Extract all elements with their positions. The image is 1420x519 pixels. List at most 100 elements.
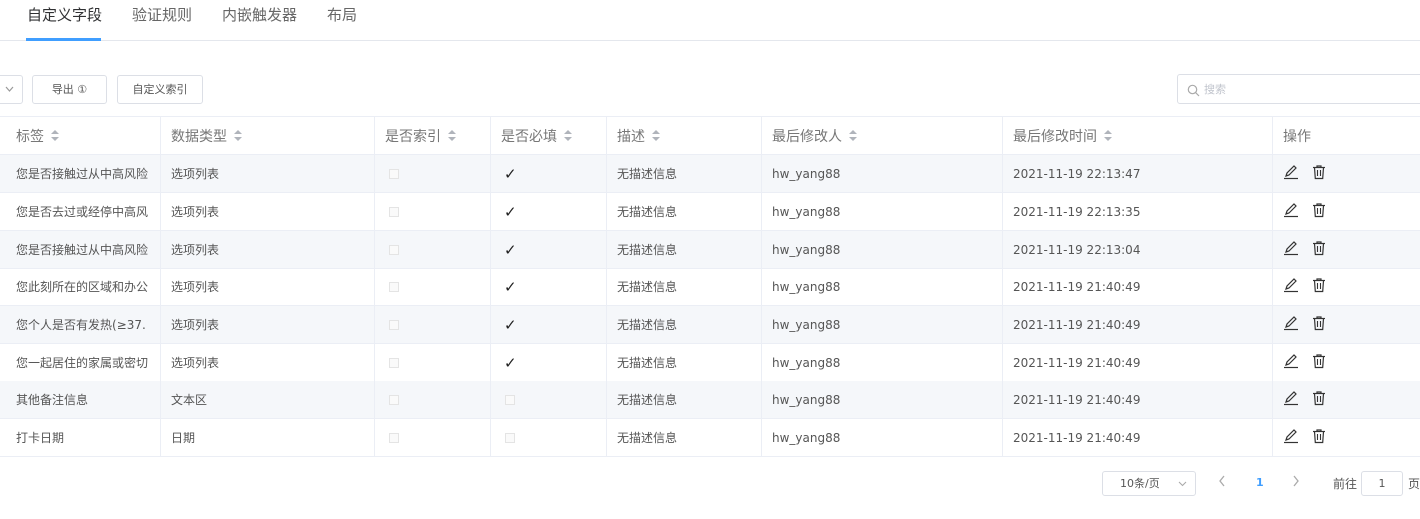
- cell-modifier-text: hw_yang88: [772, 166, 841, 181]
- cell-indexed: [375, 344, 491, 381]
- indexed-checkbox: [389, 244, 399, 255]
- cell-type-text: 选项列表: [171, 318, 220, 332]
- sort-icon[interactable]: [652, 129, 660, 142]
- trash-icon[interactable]: [1311, 428, 1339, 447]
- column-header-modified-time[interactable]: 最后修改时间: [1003, 117, 1273, 154]
- indexed-checkbox: [389, 206, 399, 217]
- cell-modifier-text: hw_yang88: [772, 242, 841, 257]
- cell-type-text: 选项列表: [171, 280, 220, 294]
- column-header-modifier[interactable]: 最后修改人: [762, 117, 1003, 154]
- cell-type-text: 文本区: [171, 393, 208, 407]
- cell-indexed: [375, 155, 491, 192]
- cell-label: 您此刻所在的区域和办公: [6, 268, 161, 305]
- chevron-down-icon: [1178, 472, 1187, 503]
- cell-modifier: hw_yang88: [762, 306, 1003, 343]
- edit-icon[interactable]: [1283, 202, 1311, 221]
- goto-page-input[interactable]: [1361, 471, 1403, 496]
- cell-label: 您是否接触过从中高风险: [6, 155, 161, 192]
- cell-description-text: 无描述信息: [617, 280, 678, 294]
- edit-icon[interactable]: [1283, 353, 1311, 372]
- chevron-right-icon[interactable]: [1292, 474, 1300, 492]
- export-button[interactable]: 导出 ①: [32, 75, 107, 104]
- cell-required: [491, 419, 607, 456]
- sort-icon[interactable]: [849, 129, 857, 142]
- cell-modified-time-text: 2021-11-19 21:40:49: [1013, 392, 1141, 407]
- table-row: 您一起居住的家属或密切 选项列表 ✓ 无描述信息 hw_yang88 2021-11-19…: [0, 344, 1420, 382]
- cell-description-text: 无描述信息: [617, 205, 678, 219]
- indexed-checkbox: [389, 319, 399, 330]
- cell-modified-time: 2021-11-19 22:13:35: [1003, 193, 1273, 230]
- tab-embedded-triggers[interactable]: 内嵌触发器: [222, 5, 297, 41]
- sort-icon[interactable]: [234, 129, 242, 142]
- sort-icon[interactable]: [51, 129, 59, 142]
- chevron-left-icon[interactable]: [1218, 474, 1226, 492]
- cell-modifier-text: hw_yang88: [772, 392, 841, 407]
- trash-icon[interactable]: [1311, 240, 1339, 259]
- cell-actions: [1273, 344, 1420, 381]
- trash-icon[interactable]: [1311, 277, 1339, 296]
- cell-type-text: 选项列表: [171, 205, 220, 219]
- cell-modified-time-text: 2021-11-19 22:13:47: [1013, 166, 1141, 181]
- sort-icon[interactable]: [1104, 129, 1112, 142]
- search-box: [1177, 74, 1420, 104]
- tab-layout[interactable]: 布局: [327, 5, 357, 41]
- sort-icon[interactable]: [448, 129, 456, 142]
- checkmark-icon: ✓: [504, 240, 517, 259]
- edit-icon[interactable]: [1283, 164, 1311, 183]
- dropdown-button[interactable]: [0, 75, 23, 104]
- cell-modified-time-text: 2021-11-19 22:13:04: [1013, 242, 1141, 257]
- trash-icon[interactable]: [1311, 390, 1339, 409]
- cell-modifier: hw_yang88: [762, 193, 1003, 230]
- edit-icon[interactable]: [1283, 390, 1311, 409]
- cell-description-text: 无描述信息: [617, 431, 678, 445]
- indexed-checkbox: [389, 432, 399, 443]
- sort-icon[interactable]: [564, 129, 572, 142]
- cell-label: 您是否去过或经停中高风: [6, 193, 161, 230]
- trash-icon[interactable]: [1311, 315, 1339, 334]
- edit-icon[interactable]: [1283, 315, 1311, 334]
- search-input[interactable]: [1204, 81, 1404, 98]
- cell-type: 选项列表: [161, 193, 375, 230]
- cell-modifier: hw_yang88: [762, 268, 1003, 305]
- cell-type-text: 选项列表: [171, 167, 220, 181]
- tab-validation-rules[interactable]: 验证规则: [132, 5, 192, 41]
- active-tab-indicator: [26, 38, 101, 41]
- page-number-current[interactable]: 1: [1256, 476, 1264, 489]
- edit-icon[interactable]: [1283, 428, 1311, 447]
- cell-modified-time: 2021-11-19 21:40:49: [1003, 306, 1273, 343]
- cell-label: 您一起居住的家属或密切: [6, 344, 161, 381]
- cell-modified-time: 2021-11-19 21:40:49: [1003, 419, 1273, 456]
- column-header-required[interactable]: 是否必填: [491, 117, 607, 154]
- cell-modified-time: 2021-11-19 21:40:49: [1003, 381, 1273, 418]
- page-size-select[interactable]: 10条/页: [1102, 471, 1196, 496]
- indexed-checkbox: [389, 357, 399, 368]
- column-header-description[interactable]: 描述: [607, 117, 762, 154]
- table-row: 打卡日期 日期 无描述信息 hw_yang88 2021-11-19 21:40:49: [0, 419, 1420, 457]
- column-header-type[interactable]: 数据类型: [161, 117, 375, 154]
- trash-icon[interactable]: [1311, 353, 1339, 372]
- trash-icon[interactable]: [1311, 202, 1339, 221]
- cell-actions: [1273, 155, 1420, 192]
- column-header-actions: 操作: [1283, 128, 1311, 145]
- trash-icon[interactable]: [1311, 164, 1339, 183]
- edit-icon[interactable]: [1283, 240, 1311, 259]
- tab-custom-fields[interactable]: 自定义字段: [27, 5, 102, 41]
- page-suffix-label: 页: [1408, 477, 1420, 491]
- cell-indexed: [375, 381, 491, 418]
- cell-label-text: 您个人是否有发热(≥37.: [16, 318, 146, 332]
- cell-modified-time: 2021-11-19 22:13:47: [1003, 155, 1273, 192]
- cell-modified-time: 2021-11-19 21:40:49: [1003, 268, 1273, 305]
- required-checkbox: [505, 432, 515, 443]
- cell-type-text: 日期: [171, 431, 196, 445]
- table-header: 标签 数据类型 是否索引 是否必填 描述 最后修改人 最后修改时间 操作: [0, 116, 1420, 155]
- table-row: 您是否接触过从中高风险 选项列表 ✓ 无描述信息 hw_yang88 2021-11-19…: [0, 155, 1420, 193]
- edit-icon[interactable]: [1283, 277, 1311, 296]
- cell-required: ✓: [491, 268, 607, 305]
- column-header-indexed[interactable]: 是否索引: [375, 117, 491, 154]
- custom-index-button[interactable]: 自定义索引: [117, 75, 203, 104]
- column-header-label[interactable]: 标签: [6, 117, 161, 154]
- required-checkbox: [505, 394, 515, 405]
- cell-actions: [1273, 419, 1420, 456]
- cell-description: 无描述信息: [607, 344, 762, 381]
- cell-modifier-text: hw_yang88: [772, 355, 841, 370]
